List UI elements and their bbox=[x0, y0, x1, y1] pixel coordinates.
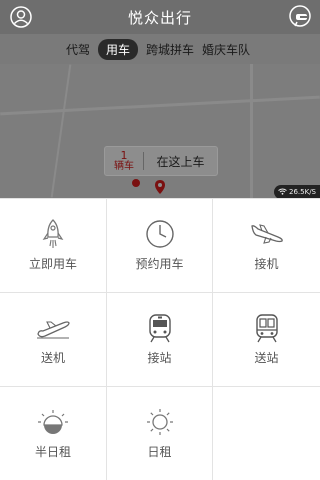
service-label: 立即用车 bbox=[28, 257, 77, 271]
sun-icon bbox=[143, 407, 177, 437]
user-icon[interactable] bbox=[8, 4, 34, 30]
page-title: 悦众出行 bbox=[127, 8, 192, 27]
service-item-half-day-rental[interactable]: 半日租 bbox=[0, 387, 107, 480]
car-count: 1 辆车 bbox=[105, 150, 143, 172]
service-item-station-dropoff[interactable]: 送站 bbox=[213, 293, 320, 387]
map-road bbox=[0, 95, 320, 116]
pickup-bubble[interactable]: 1 辆车 在这上车 bbox=[104, 146, 218, 176]
empty-cell bbox=[213, 387, 320, 480]
train-icon bbox=[250, 313, 284, 343]
rocket-icon bbox=[36, 219, 70, 249]
takeoff-plane-icon bbox=[36, 313, 70, 343]
service-item-reserve[interactable]: 预约用车 bbox=[107, 199, 213, 293]
wifi-icon bbox=[278, 188, 287, 197]
car-count-number: 1 bbox=[120, 149, 128, 162]
network-speed-value: 26.5K/S bbox=[289, 188, 316, 196]
service-item-immediate[interactable]: 立即用车 bbox=[0, 199, 107, 293]
car-count-unit: 辆车 bbox=[114, 161, 134, 172]
category-tab-daijia[interactable]: 代驾 bbox=[66, 39, 90, 60]
service-label: 接机 bbox=[254, 257, 279, 271]
service-label: 半日租 bbox=[34, 445, 71, 459]
network-speed-indicator: 26.5K/S bbox=[274, 185, 320, 198]
service-grid: 立即用车 预约用车 接机 送机 接站 送站 半日租 日租 bbox=[0, 198, 320, 480]
map-road bbox=[50, 64, 72, 198]
location-pin-icon bbox=[155, 179, 165, 198]
category-tab-hunqing[interactable]: 婚庆车队 bbox=[202, 39, 250, 60]
car-location-dot bbox=[132, 179, 140, 187]
service-item-day-rental[interactable]: 日租 bbox=[107, 387, 213, 480]
chat-icon[interactable] bbox=[286, 3, 314, 31]
category-bar: 代驾 用车 跨城拼车 婚庆车队 bbox=[0, 34, 320, 64]
service-item-airport-pickup[interactable]: 接机 bbox=[213, 199, 320, 293]
train-icon bbox=[143, 313, 177, 343]
service-label: 接站 bbox=[147, 351, 172, 365]
half-sun-icon bbox=[36, 407, 70, 437]
category-tab-kuacheng[interactable]: 跨城拼车 bbox=[146, 39, 194, 60]
service-label: 送机 bbox=[40, 351, 65, 365]
pickup-label: 在这上车 bbox=[156, 154, 205, 169]
service-item-airport-dropoff[interactable]: 送机 bbox=[0, 293, 107, 387]
category-tab-yongche[interactable]: 用车 bbox=[98, 38, 139, 60]
map-road bbox=[250, 64, 253, 198]
app-header: 悦众出行 bbox=[0, 0, 320, 34]
service-item-station-pickup[interactable]: 接站 bbox=[107, 293, 213, 387]
service-label: 日租 bbox=[147, 445, 172, 459]
map-view[interactable]: 1 辆车 在这上车 26.5K/S bbox=[0, 64, 320, 198]
service-label: 预约用车 bbox=[135, 257, 184, 271]
clock-icon bbox=[143, 219, 177, 249]
service-label: 送站 bbox=[254, 351, 279, 365]
landing-plane-icon bbox=[250, 219, 284, 249]
